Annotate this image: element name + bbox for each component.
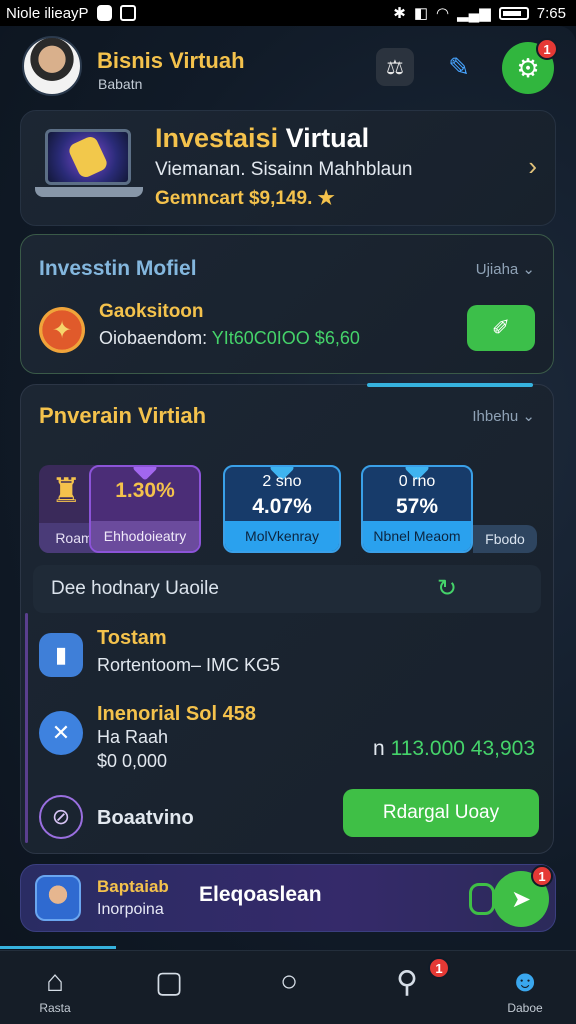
profile-icon: ☻ [509, 965, 541, 998]
no-link-icon: ⊘ [39, 795, 83, 839]
status-bar: Niole ilieayP ✱ ◧ ◠ ▂▄▆ 7:65 [0, 0, 576, 26]
gear-icon: ⚙ [516, 52, 540, 83]
header: Bisnis Virtuah Babatn ⚖ ✎ ⚙ 1 [20, 34, 560, 98]
mute-icon: ◧ [413, 5, 428, 22]
notification-icon [96, 5, 112, 21]
tile-value: 1.30% [115, 479, 175, 502]
virtual-panel: Pnverain Virtiah Ihbehu ⌄ ♜ Roam 1.30% E… [20, 383, 554, 854]
left-divider [25, 613, 28, 843]
row2-amount-value: 113.000 43,903 [390, 737, 535, 760]
avatar[interactable] [22, 36, 82, 96]
tile-label: MolVkenray [225, 521, 339, 551]
investment-model-card: Invesstin Mofiel Ujiaha ⌄ ✦ Gaoksitoon O… [20, 234, 554, 374]
send-icon: ➤ [510, 885, 532, 913]
row2-line1: Ha Raah [97, 727, 169, 747]
tile-ehhodoieatry[interactable]: 1.30% Ehhodoieatry [89, 465, 201, 553]
scale-icon: ⚖ [386, 56, 404, 79]
tile-label: Nbnel Meaom [363, 521, 471, 551]
model-item-line: Oiobaendom: YIt60C0IOO $6,60 [99, 328, 360, 349]
wifi-icon: ◠ [436, 5, 450, 22]
chat-square-icon: ▢ [154, 966, 184, 999]
send-badge: 1 [531, 865, 553, 887]
tile-molvkenray[interactable]: 2 sno 4.07% MolVkenray [223, 465, 341, 553]
nav-search-badge: 1 [428, 957, 450, 979]
model-item-name: Gaoksitoon [99, 301, 204, 322]
nav-profile[interactable]: ☻ Daboe [470, 951, 576, 1024]
promo-title-white: Virtual [285, 123, 370, 153]
app-subtitle: Babatn [98, 76, 143, 92]
promo-card[interactable]: Investaisi Virtual Viemanan. Sisainn Mah… [20, 110, 556, 226]
row1-title: Tostam [97, 627, 167, 649]
nav-profile-label: Daboe [507, 1001, 543, 1015]
bottom-card-subtitle: Inorpoina [97, 901, 164, 918]
clock: 7:65 [536, 4, 566, 22]
refresh-icon[interactable]: ↻ [437, 574, 457, 603]
promo-title: Investaisi Virtual [155, 123, 369, 154]
tile-small-text: 0 rno [398, 473, 436, 490]
panel-accent-line [367, 383, 533, 387]
battery-icon [498, 6, 529, 20]
promo-title-colored: Investaisi [155, 123, 279, 153]
nav-home[interactable]: ⌂ Rasta [0, 951, 110, 1024]
panel-subheader: Dee hodnary Uaoile ↻ [33, 565, 541, 613]
laptop-illustration-icon [33, 121, 145, 213]
model-line-value: YIt60C0IOO $6,60 [211, 328, 360, 348]
syringe-icon: ✕ [39, 711, 83, 755]
panel-title: Pnverain Virtiah [39, 403, 207, 428]
bottom-card-title: Baptaiab [97, 877, 169, 896]
scroll-progress-bar [0, 946, 116, 949]
scale-button[interactable]: ⚖ [376, 48, 414, 86]
panel-dropdown[interactable]: Ihbehu ⌄ [472, 407, 535, 425]
promo-subtitle: Viemanan. Sisainn Mahhblaun [155, 159, 413, 180]
notification-icon-2 [119, 5, 136, 21]
app-title: Bisnis Virtuah [97, 48, 245, 73]
tile-small-text: 2 sno [262, 473, 302, 490]
toggle-switch[interactable] [469, 883, 495, 915]
row3-title: Boaatvino [97, 807, 194, 829]
bottom-promo-card[interactable]: Baptaiab Inorpoina Eleqoaslean ➤ 1 [20, 864, 556, 932]
chevron-right-icon[interactable]: › [528, 151, 537, 182]
model-dropdown[interactable]: Ujiaha ⌄ [476, 260, 535, 278]
battery-doc-icon: ▮ [39, 633, 83, 677]
row2-amount: n 113.000 43,903 [373, 737, 535, 761]
model-line-prefix: Oiobaendom: [99, 328, 208, 348]
home-icon: ⌂ [45, 965, 65, 998]
pen-icon: ✎ [448, 51, 470, 82]
app-screen: Bisnis Virtuah Babatn ⚖ ✎ ⚙ 1 Investaisi… [0, 26, 576, 1024]
signal-icon: ▂▄▆ [457, 5, 491, 22]
subheader-label: Dee hodnary Uaoile [51, 578, 219, 599]
eraser-icon: ✐ [491, 315, 511, 340]
nav-home-label: Rasta [39, 1001, 71, 1015]
row2-amount-prefix: n [373, 737, 385, 760]
edit-button[interactable]: ✎ [440, 48, 478, 86]
circle-icon: ○ [279, 965, 299, 998]
row1-text: Rortentoom– IMC KG5 [97, 655, 281, 675]
tile-value: 4.07% [252, 495, 312, 518]
row2-title: Inenorial Sol 458 [97, 703, 256, 725]
nav-search[interactable]: ⚲ 1 [352, 951, 462, 1024]
tile-value: 57% [395, 495, 439, 518]
model-action-button[interactable]: ✐ [467, 305, 535, 351]
status-left-text: Niole ilieayP [6, 4, 89, 22]
bottom-card-middle-text: Eleqoaslean [199, 883, 322, 906]
row2-line2: $0 0,000 [97, 751, 168, 771]
user-avatar-icon [35, 875, 81, 921]
bluetooth-icon: ✱ [393, 5, 406, 22]
tile-fbodo[interactable]: Fbodo [473, 525, 537, 553]
tile-nbnel-meaom[interactable]: 0 rno 57% Nbnel Meaom [361, 465, 473, 553]
nav-circle[interactable]: ○ [234, 951, 344, 1024]
nav-chat[interactable]: ▢ [114, 951, 224, 1024]
tile-label: Ehhodoieatry [91, 521, 199, 551]
settings-badge: 1 [536, 38, 558, 60]
promo-meta: Gemncart $9,149. ★ [155, 188, 335, 209]
crown-icon: ♜ [51, 472, 82, 510]
gold-emblem-icon: ✦ [39, 307, 85, 353]
model-title: Invesstin Mofiel [39, 257, 197, 280]
primary-cta-button[interactable]: Rdargal Uoay [343, 789, 539, 837]
bottom-nav: ⌂ Rasta ▢ ○ ⚲ 1 ☻ Daboe [0, 950, 576, 1024]
